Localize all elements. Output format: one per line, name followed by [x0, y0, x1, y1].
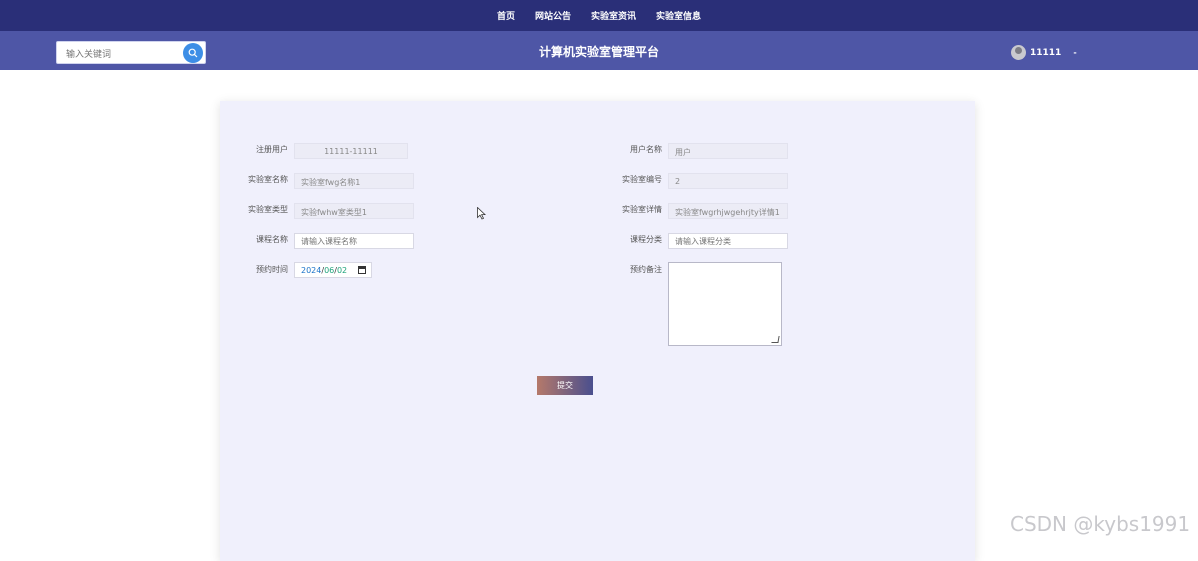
nav-announcements[interactable]: 网站公告	[535, 9, 571, 22]
lab-type-label: 实验室类型	[248, 205, 288, 214]
reserve-date-input[interactable]: 2024/06/02	[294, 262, 372, 278]
date-month: 06	[324, 266, 335, 275]
lab-type-field: 实验fwhw室类型1	[294, 203, 414, 219]
lab-detail-field: 实验室fwgrhjwgehrjty详情1	[668, 203, 788, 219]
lab-name-label: 实验室名称	[248, 175, 288, 184]
reg-user-label: 注册用户	[256, 145, 288, 154]
mouse-cursor-icon	[477, 207, 486, 220]
calendar-icon[interactable]	[358, 266, 366, 274]
course-name-input[interactable]	[294, 233, 414, 249]
top-navigation: 首页 网站公告 实验室资讯 实验室信息	[0, 0, 1198, 31]
user-name-field: 用户	[668, 143, 788, 159]
watermark: CSDN @kybs1991	[1010, 512, 1191, 536]
course-name-label: 课程名称	[256, 235, 288, 244]
submit-button[interactable]: 提交	[537, 376, 593, 395]
reserve-time-label: 预约时间	[256, 265, 288, 274]
username: 11111	[1030, 47, 1062, 58]
lab-detail-label: 实验室详情	[622, 205, 662, 214]
nav-lab-news[interactable]: 实验室资讯	[591, 9, 636, 22]
nav-lab-info[interactable]: 实验室信息	[656, 9, 701, 22]
lab-no-field: 2	[668, 173, 788, 189]
lab-name-field: 实验室fwg名称1	[294, 173, 414, 189]
reserve-note-textarea[interactable]	[668, 262, 782, 346]
reservation-form: 注册用户 11111-11111 实验室名称 实验室fwg名称1 实验室类型 实…	[220, 101, 975, 561]
reserve-note-label: 预约备注	[630, 265, 662, 274]
nav-home[interactable]: 首页	[497, 9, 515, 22]
user-menu[interactable]: 11111 -	[1011, 45, 1077, 60]
date-year: 2024	[301, 266, 322, 275]
date-day: 02	[336, 266, 348, 275]
resize-handle-icon[interactable]	[771, 336, 780, 343]
course-category-label: 课程分类	[630, 235, 662, 244]
reg-user-field: 11111-11111	[294, 143, 408, 159]
user-name-label: 用户名称	[630, 145, 662, 154]
chevron-down-icon: -	[1073, 48, 1077, 57]
avatar	[1011, 45, 1026, 60]
lab-no-label: 实验室编号	[622, 175, 662, 184]
course-category-input[interactable]	[668, 233, 788, 249]
